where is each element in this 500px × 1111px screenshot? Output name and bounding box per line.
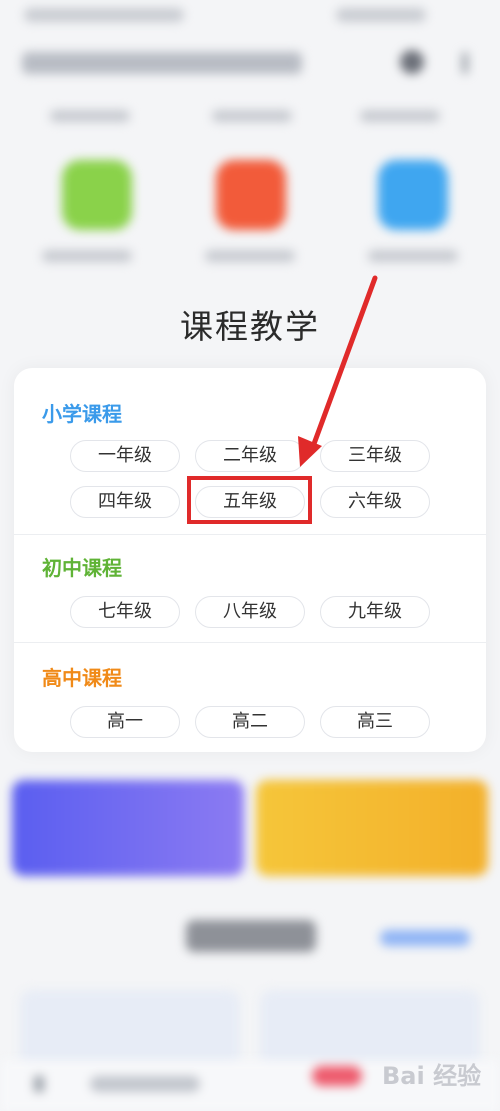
service-card-1[interactable] (20, 990, 240, 1070)
watermark: Bai 经验 (382, 1062, 482, 1090)
promo-banner-2[interactable] (256, 780, 488, 876)
red-badge[interactable] (312, 1066, 362, 1086)
bottom-text-placeholder (90, 1076, 200, 1092)
promo-banner-1[interactable] (12, 780, 244, 876)
service-section-title (186, 920, 316, 952)
service-more-link[interactable] (380, 930, 470, 946)
back-icon[interactable] (34, 1076, 44, 1092)
